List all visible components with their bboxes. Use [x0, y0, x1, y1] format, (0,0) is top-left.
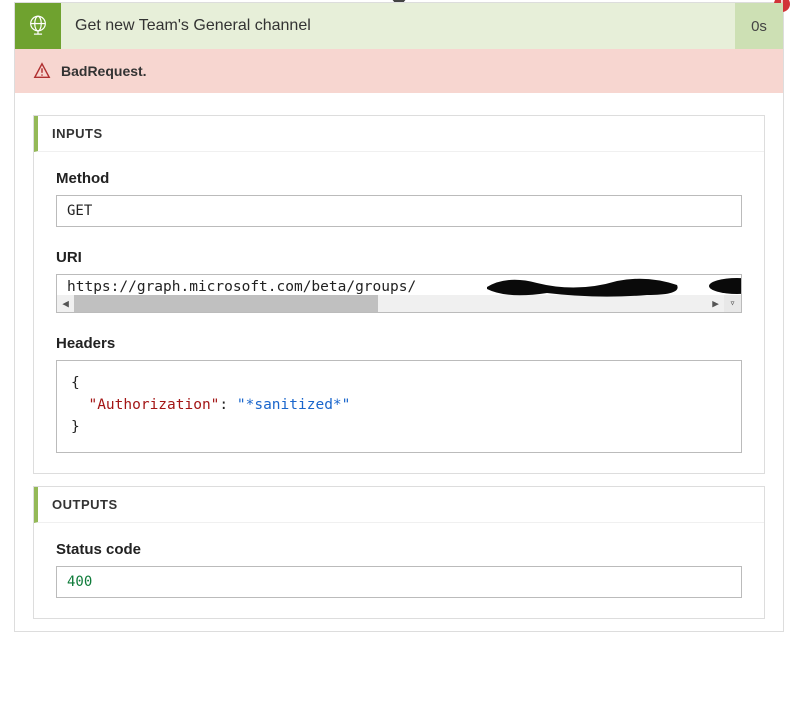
outputs-body: Status code 400: [34, 523, 764, 618]
headers-field-group: Headers { "Authorization": "*sanitized*"…: [56, 335, 742, 453]
status-code-label: Status code: [56, 541, 742, 558]
status-code-value[interactable]: 400: [56, 566, 742, 598]
method-value[interactable]: GET: [56, 195, 742, 227]
headers-key: "Authorization": [88, 397, 219, 413]
headers-val: "*sanitized*": [237, 397, 351, 413]
card-title: Get new Team's General channel: [61, 17, 735, 35]
card-header[interactable]: Get new Team's General channel 0s: [15, 3, 783, 49]
scroll-right-icon[interactable]: ▶: [707, 295, 724, 312]
uri-label: URI: [56, 249, 742, 266]
globe-icon: [25, 13, 51, 39]
scroll-thumb[interactable]: [74, 295, 378, 312]
redaction-mark: [477, 275, 687, 299]
chevron-down-icon[interactable]: ▿: [724, 295, 741, 312]
warning-triangle-icon: [33, 62, 51, 80]
flow-run-step: ! Get new Team's General channel 0s: [0, 2, 798, 632]
inputs-panel: INPUTS Method GET URI https://graph.micr…: [33, 115, 765, 474]
json-open-brace: {: [71, 375, 80, 391]
action-card: ! Get new Team's General channel 0s: [14, 2, 784, 632]
error-banner: BadRequest.: [15, 49, 783, 93]
json-close-brace: }: [71, 419, 80, 435]
redaction-mark-2: [707, 277, 742, 295]
status-code-field-group: Status code 400: [56, 541, 742, 598]
action-icon-box: [15, 3, 61, 49]
inputs-body: Method GET URI https://graph.microsoft.c…: [34, 152, 764, 473]
outputs-header: OUTPUTS: [34, 487, 764, 523]
headers-label: Headers: [56, 335, 742, 352]
json-colon: :: [219, 397, 236, 413]
method-label: Method: [56, 170, 742, 187]
method-field-group: Method GET: [56, 170, 742, 227]
outputs-panel: OUTPUTS Status code 400: [33, 486, 765, 619]
uri-field-group: URI https://graph.microsoft.com/beta/gro…: [56, 249, 742, 313]
error-message: BadRequest.: [61, 63, 147, 79]
headers-value[interactable]: { "Authorization": "*sanitized*" }: [56, 360, 742, 453]
duration-box: 0s: [735, 3, 783, 49]
uri-value-box[interactable]: https://graph.microsoft.com/beta/groups/…: [56, 274, 742, 313]
duration-text: 0s: [751, 18, 767, 35]
scroll-left-icon[interactable]: ◀: [57, 295, 74, 312]
inputs-header: INPUTS: [34, 116, 764, 152]
